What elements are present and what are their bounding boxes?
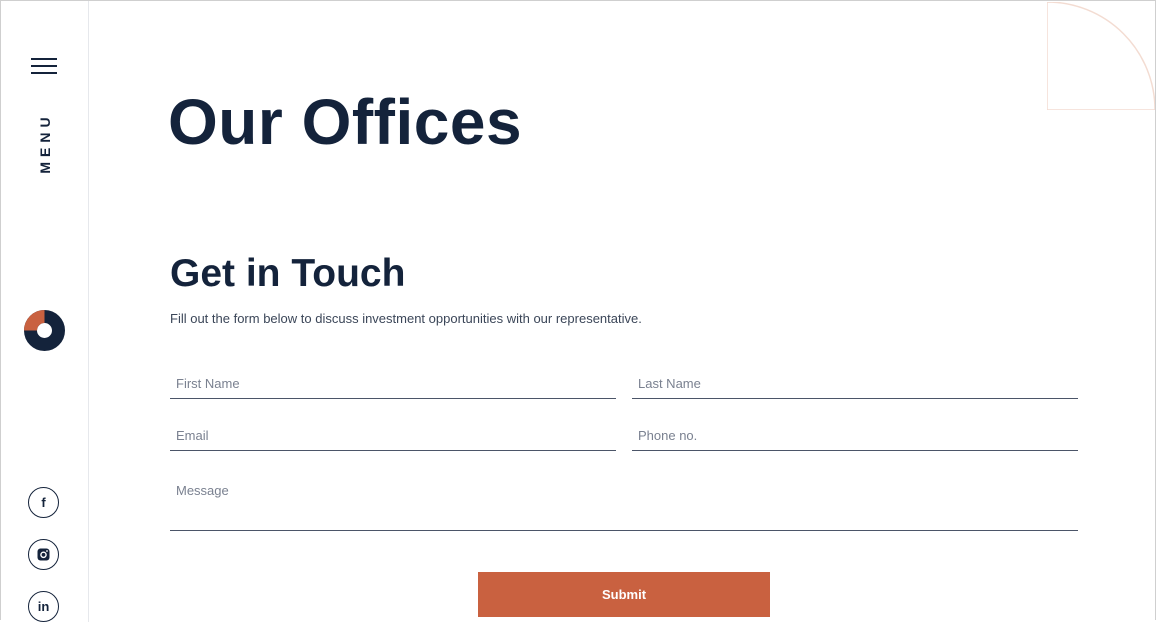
facebook-icon[interactable]: f bbox=[28, 487, 59, 518]
instagram-icon[interactable] bbox=[28, 539, 59, 570]
corner-decoration bbox=[1047, 2, 1155, 110]
logo-icon bbox=[24, 310, 65, 351]
instagram-glyph-icon bbox=[37, 548, 50, 561]
menu-label[interactable]: MENU bbox=[37, 112, 53, 173]
facebook-glyph: f bbox=[41, 495, 46, 510]
hamburger-menu-icon[interactable] bbox=[31, 58, 57, 78]
linkedin-glyph: in bbox=[37, 599, 50, 614]
message-input[interactable] bbox=[170, 471, 1078, 531]
contact-description: Fill out the form below to discuss inves… bbox=[170, 311, 642, 326]
sidebar: MENU f in bbox=[1, 1, 89, 622]
email-input[interactable] bbox=[170, 421, 616, 451]
contact-heading: Get in Touch bbox=[170, 252, 406, 295]
first-name-input[interactable] bbox=[170, 369, 616, 399]
submit-button[interactable]: Submit bbox=[478, 572, 770, 617]
last-name-input[interactable] bbox=[632, 369, 1078, 399]
page-title: Our Offices bbox=[168, 86, 523, 158]
linkedin-icon[interactable]: in bbox=[28, 591, 59, 622]
phone-input[interactable] bbox=[632, 421, 1078, 451]
